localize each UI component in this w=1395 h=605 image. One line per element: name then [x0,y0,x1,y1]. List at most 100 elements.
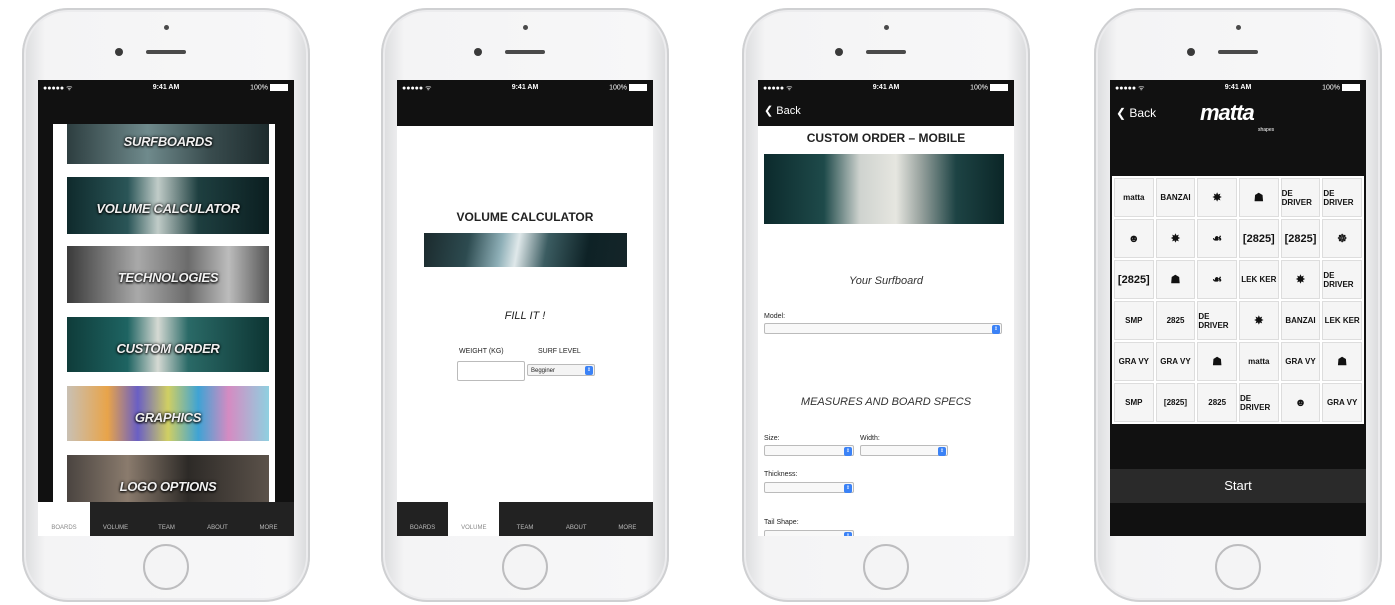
tab-bar: BOARDS VOLUME TEAM ABOUT MORE [397,502,653,536]
sticker-tile[interactable]: GRA VY [1114,342,1154,381]
sticker-tile[interactable]: GRA VY [1155,342,1196,381]
back-button[interactable]: ❮ Back [764,104,801,117]
menu-volume-calculator[interactable]: VOLUME CALCULATOR [67,177,269,234]
sticker-tile[interactable]: ☗ [1155,260,1196,299]
sticker-tile[interactable]: ☗ [1239,178,1279,217]
proximity-sensor [1187,48,1195,56]
sticker-tile[interactable]: GRA VY [1280,342,1321,381]
size-select[interactable]: ⇕ [764,445,854,456]
chevron-left-icon: ❮ [1116,106,1130,120]
menu-surfboards[interactable]: SURFBOARDS [67,124,269,164]
home-button[interactable] [502,544,548,590]
phone-frame-2: ●●●●● ᯤ 9:41 AM 100% VOLUME CALCULATOR F… [381,8,669,602]
sticker-tile[interactable]: ☸ [1322,219,1362,258]
home-button[interactable] [863,544,909,590]
sticker-tile[interactable]: GRA VY [1322,383,1362,422]
sticker-tile[interactable]: ☻ [1114,219,1154,258]
tab-boards[interactable]: BOARDS [38,502,90,536]
earpiece-speaker [866,50,906,54]
sticker-tile[interactable]: DE DRIVER [1322,260,1362,299]
tab-team[interactable]: TEAM [499,502,550,536]
width-select[interactable]: ⇕ [860,445,948,456]
earpiece-speaker [146,50,186,54]
menu-list: SURFBOARDS VOLUME CALCULATOR TECHNOLOGIE… [53,124,275,502]
sticker-tile[interactable]: ✸ [1239,301,1279,340]
sticker-grid: matta BANZAI ✸ ☗ DE DRIVER DE DRIVER ☻ ✸… [1112,176,1364,424]
sticker-tile[interactable]: [2825] [1155,383,1196,422]
sticker-tile[interactable]: ☙ [1197,260,1237,299]
chevron-updown-icon: ⇕ [844,447,852,456]
sticker-tile[interactable]: ☙ [1197,219,1237,258]
start-button[interactable]: Start [1110,469,1366,503]
screen-custom-order: ●●●●● ᯤ 9:41 AM 100% ❮ Back CUSTOM ORDER… [758,80,1014,536]
tab-volume[interactable]: VOLUME [448,502,500,536]
sticker-tile[interactable]: DE DRIVER [1197,301,1237,340]
chevron-updown-icon: ⇕ [938,447,946,456]
surf-level-label: SURF LEVEL [538,348,581,355]
tab-about[interactable]: ABOUT [551,502,602,536]
custom-order-content: CUSTOM ORDER – MOBILE Your Surfboard Mod… [758,126,1014,536]
page-title: VOLUME CALCULATOR [456,210,594,224]
menu-technologies[interactable]: TECHNOLOGIES [67,246,269,303]
weight-input[interactable] [457,361,525,381]
sticker-tile[interactable]: LEK KER [1322,301,1362,340]
menu-logo-options[interactable]: LOGO OPTIONS [67,455,269,502]
status-bar: ●●●●● ᯤ 9:41 AM 100% [38,80,294,96]
sticker-tile[interactable]: ✸ [1197,178,1237,217]
sticker-tile[interactable]: ✸ [1280,260,1321,299]
sticker-tile[interactable]: 2825 [1197,383,1237,422]
tab-team[interactable]: TEAM [141,502,192,536]
sticker-tile[interactable]: SMP [1114,383,1154,422]
front-camera [1236,25,1241,30]
sticker-tile[interactable]: [2825] [1114,260,1154,299]
sticker-tile[interactable]: ✸ [1155,219,1196,258]
sticker-tile[interactable]: matta [1239,342,1279,381]
sticker-tile[interactable]: DE DRIVER [1239,383,1279,422]
tab-more[interactable]: MORE [602,502,653,536]
tail-shape-select[interactable]: ⇕ [764,530,854,536]
sticker-tile[interactable]: BANZAI [1280,301,1321,340]
sticker-tile[interactable]: SMP [1114,301,1154,340]
sticker-tile[interactable]: 2825 [1155,301,1196,340]
chevron-updown-icon: ⇕ [844,484,852,493]
tab-more[interactable]: MORE [243,502,294,536]
weight-label: WEIGHT (KG) [459,348,504,355]
battery-icon: 100% [1322,84,1360,91]
sticker-tile[interactable]: ☻ [1280,383,1321,422]
battery-icon: 100% [970,84,1008,91]
screen-graphics-game: ●●●●● ᯤ 9:41 AM 100% ❮ Back matta shapes… [1110,80,1366,536]
sticker-tile[interactable]: ☗ [1197,342,1237,381]
home-button[interactable] [143,544,189,590]
phone-frame-1: ●●●●● ᯤ 9:41 AM 100% SURFBOARDS VOLUME C… [22,8,310,602]
tab-about[interactable]: ABOUT [192,502,243,536]
tab-boards[interactable]: BOARDS [397,502,448,536]
matta-logo: matta [1200,100,1255,125]
sticker-tile[interactable]: DE DRIVER [1322,178,1362,217]
sticker-tile[interactable]: DE DRIVER [1280,178,1321,217]
sticker-tile[interactable]: [2825] [1239,219,1279,258]
nav-bar: ❮ Back [758,96,1014,126]
sticker-tile[interactable]: LEK KER [1239,260,1279,299]
tab-volume[interactable]: VOLUME [90,502,141,536]
sticker-tile[interactable]: ☗ [1322,342,1362,381]
chevron-updown-icon: ⇕ [992,325,1000,334]
thickness-select[interactable]: ⇕ [764,482,854,493]
chevron-left-icon: ❮ [764,105,777,117]
proximity-sensor [474,48,482,56]
home-button[interactable] [1215,544,1261,590]
back-button[interactable]: ❮ Back [1116,106,1156,120]
sticker-tile[interactable]: matta [1114,178,1154,217]
menu-custom-order[interactable]: CUSTOM ORDER [67,317,269,372]
menu-graphics[interactable]: GRAPHICS [67,386,269,441]
model-select[interactable]: ⇕ [764,323,1002,334]
tab-bar: BOARDS VOLUME TEAM ABOUT MORE [38,502,294,536]
sticker-tile[interactable]: BANZAI [1155,178,1196,217]
battery-icon: 100% [609,84,647,91]
chevron-updown-icon: ⇕ [844,532,852,536]
proximity-sensor [835,48,843,56]
surf-level-select[interactable]: Begginer ⇕ [527,364,595,376]
proximity-sensor [115,48,123,56]
custom-order-banner-image [764,154,1004,224]
status-bar: ●●●●● ᯤ 9:41 AM 100% [397,80,653,96]
sticker-tile[interactable]: [2825] [1280,219,1321,258]
